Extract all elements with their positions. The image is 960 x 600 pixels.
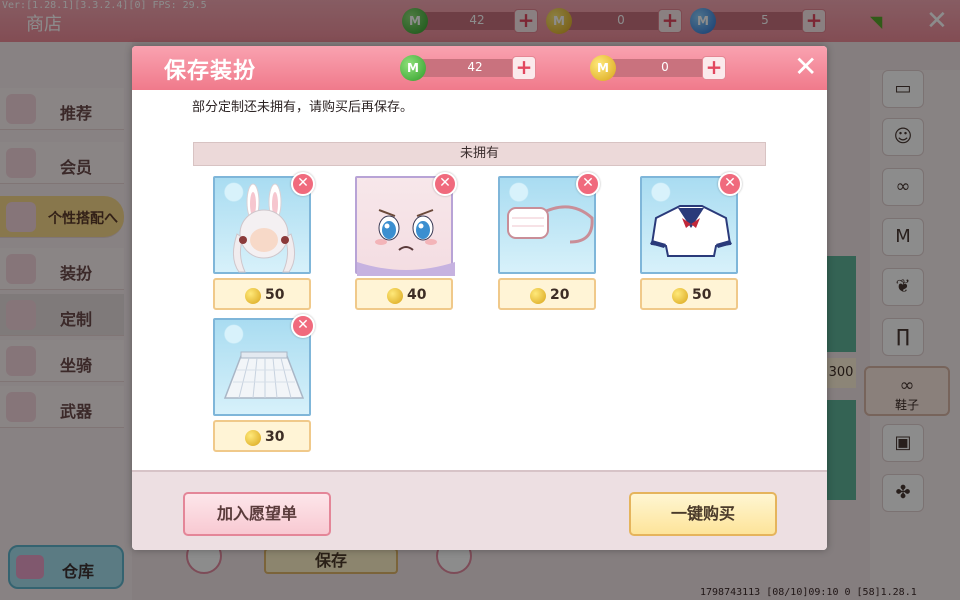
- gold-coin-icon: M: [590, 55, 616, 81]
- remove-item-button[interactable]: ✕: [576, 172, 600, 196]
- item-card-face-mask[interactable]: ✕ 20: [498, 172, 600, 312]
- item-price: 50: [692, 287, 712, 303]
- item-card-bunny-hair[interactable]: ✕ 50: [213, 172, 315, 312]
- add-to-wishlist-button[interactable]: 加入愿望单: [183, 492, 331, 536]
- gold-coin-icon: [672, 288, 688, 304]
- green-gem-icon: M: [400, 55, 426, 81]
- save-outfit-dialog: 保存装扮 M 42 + M 0 + ✕ 部分定制还未拥有，请购买后再保存。 未拥…: [132, 46, 827, 550]
- currency-value: 42: [467, 60, 483, 74]
- add-currency-button[interactable]: +: [702, 56, 726, 80]
- dialog-message: 部分定制还未拥有，请购买后再保存。: [192, 100, 414, 115]
- item-price-tag: 50: [640, 278, 738, 310]
- item-price: 50: [265, 287, 285, 303]
- item-price-tag: 20: [498, 278, 596, 310]
- item-price: 40: [407, 287, 427, 303]
- item-price-tag: 40: [355, 278, 453, 310]
- buy-all-button[interactable]: 一键购买: [629, 492, 777, 536]
- add-currency-button[interactable]: +: [512, 56, 536, 80]
- dialog-header: 保存装扮 M 42 + M 0 + ✕: [132, 46, 827, 90]
- gold-coin-icon: [245, 288, 261, 304]
- item-price: 30: [265, 429, 285, 445]
- close-icon[interactable]: ✕: [794, 50, 817, 83]
- currency-value: 0: [661, 60, 669, 74]
- section-title: 未拥有: [193, 142, 766, 166]
- gold-coin-icon: [245, 430, 261, 446]
- item-card-crying-face[interactable]: ✕ 40: [355, 172, 457, 312]
- item-price-tag: 50: [213, 278, 311, 310]
- remove-item-button[interactable]: ✕: [433, 172, 457, 196]
- dialog-footer: 加入愿望单 一键购买: [132, 470, 827, 550]
- item-card-plaid-skirt[interactable]: ✕ 30: [213, 314, 315, 454]
- gold-coin-icon: [387, 288, 403, 304]
- remove-item-button[interactable]: ✕: [291, 314, 315, 338]
- remove-item-button[interactable]: ✕: [291, 172, 315, 196]
- item-card-sailor-top[interactable]: ✕ 50: [640, 172, 742, 312]
- remove-item-button[interactable]: ✕: [718, 172, 742, 196]
- item-price: 20: [550, 287, 570, 303]
- dialog-title: 保存装扮: [164, 59, 257, 84]
- gold-coin-icon: [530, 288, 546, 304]
- item-price-tag: 30: [213, 420, 311, 452]
